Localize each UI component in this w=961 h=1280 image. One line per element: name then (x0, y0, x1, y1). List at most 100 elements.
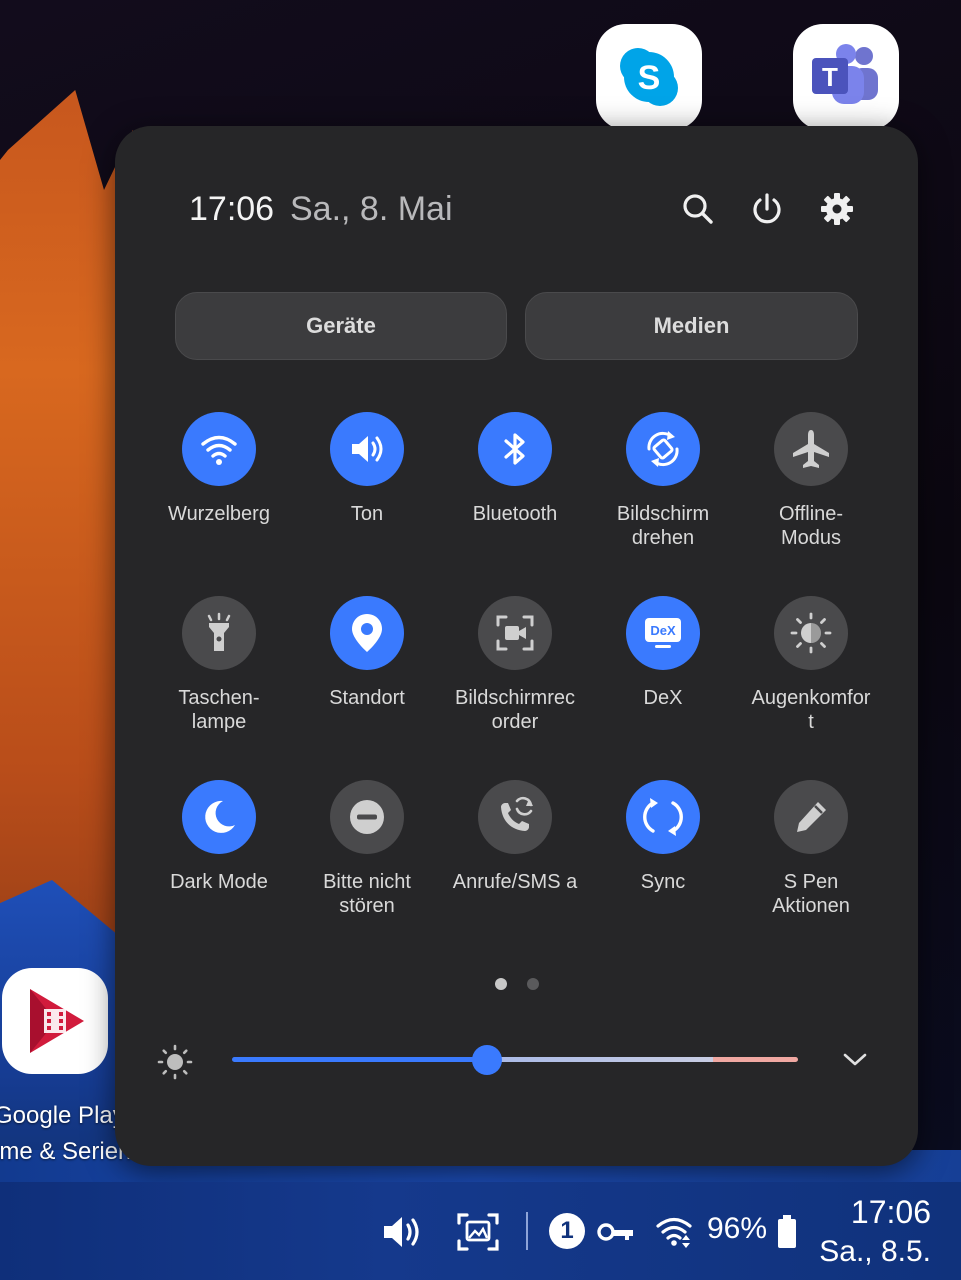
tile-screen-recorder-toggle[interactable] (478, 596, 552, 670)
tile-dex-label: DeX (643, 687, 683, 709)
media-button[interactable]: Medien (525, 292, 858, 360)
google-play-movies-app-icon[interactable] (2, 968, 108, 1074)
brightness-slider-handle[interactable] (471, 1045, 502, 1075)
tile-location-toggle[interactable] (330, 596, 404, 670)
skype-app-icon[interactable]: S (596, 24, 702, 130)
tile-bluetooth[interactable]: Bluetooth (441, 412, 589, 526)
call-sms-icon (501, 796, 533, 831)
tile-location[interactable]: Standort (293, 596, 441, 710)
tile-eye-comfort[interactable]: Augenkomfor t (737, 596, 885, 734)
volume-icon (384, 1217, 419, 1247)
tile-auto-rotate-toggle[interactable] (626, 412, 700, 486)
battery-status (776, 1214, 798, 1250)
tile-dex-toggle[interactable]: DeX (626, 596, 700, 670)
tile-sync-label: Sync (640, 871, 686, 893)
tile-do-not-disturb-toggle[interactable] (330, 780, 404, 854)
search-icon (683, 194, 713, 224)
airplane-icon (793, 430, 829, 468)
play-movies-icon (30, 989, 84, 1053)
power-button[interactable] (747, 188, 787, 230)
tile-eye-comfort-label: Augenkomfor t (751, 687, 871, 733)
chevron-down-icon (843, 1053, 867, 1066)
auto-rotate-icon (647, 431, 679, 467)
panel-time: 17:06 (189, 190, 275, 228)
tile-bluetooth-toggle[interactable] (478, 412, 552, 486)
page-dot-2[interactable] (527, 978, 539, 990)
sound-icon (352, 436, 383, 462)
tile-call-sms-toggle[interactable] (478, 780, 552, 854)
tile-sync[interactable]: Sync (589, 780, 737, 894)
brightness-icon (157, 1044, 193, 1080)
tile-wifi-toggle[interactable] (182, 412, 256, 486)
screen-recorder-icon (496, 615, 534, 651)
brightness-slider[interactable] (232, 1045, 798, 1075)
tile-screen-recorder[interactable]: Bildschirmrec order (441, 596, 589, 734)
tile-auto-rotate-label: Bildschirm drehen (616, 503, 710, 549)
vpn-key-status (596, 1214, 636, 1250)
settings-icon (821, 193, 853, 225)
page-dot-1[interactable] (495, 978, 507, 990)
tile-screen-recorder-label: Bildschirmrec order (454, 687, 576, 733)
key-icon (597, 1223, 633, 1241)
svg-text:S: S (638, 59, 661, 97)
wifi-status (654, 1212, 696, 1250)
wifi-icon (201, 435, 237, 465)
notification-badge[interactable]: 1 (549, 1213, 585, 1249)
tile-airplane-toggle[interactable] (774, 412, 848, 486)
tile-flashlight[interactable]: Taschen- lampe (145, 596, 293, 734)
search-button[interactable] (678, 188, 718, 230)
eye-comfort-icon (790, 612, 832, 654)
tile-airplane[interactable]: Offline- Modus (737, 412, 885, 550)
teams-app-icon[interactable]: T (793, 24, 899, 130)
tile-s-pen[interactable]: S Pen Aktionen (737, 780, 885, 918)
tile-sound-toggle[interactable] (330, 412, 404, 486)
taskbar-time: 17:06 (850, 1194, 931, 1230)
settings-button[interactable] (817, 188, 857, 230)
tile-dark-mode-toggle[interactable] (182, 780, 256, 854)
expand-panel-button[interactable] (837, 1042, 873, 1078)
panel-date: Sa., 8. Mai (290, 190, 453, 228)
teams-icon: T (812, 44, 878, 104)
tile-dex[interactable]: DeX DeX (589, 596, 737, 710)
tile-airplane-label: Offline- Modus (778, 503, 844, 549)
dex-icon: DeX (645, 618, 681, 648)
tile-dark-mode-label: Dark Mode (170, 871, 268, 893)
tile-sound-label: Ton (350, 503, 384, 525)
quick-panel: 17:06 Sa., 8. Mai Geräte Medien Wurzelbe… (115, 126, 918, 1166)
tile-do-not-disturb[interactable]: Bitte nicht stören (293, 780, 441, 918)
taskbar-clock[interactable]: 17:06 Sa., 8.5. (819, 1192, 931, 1272)
google-play-label-line2: lme & Serien (0, 1138, 132, 1165)
tile-wifi-label: Wurzelberg (168, 503, 270, 525)
taskbar-volume-button[interactable] (380, 1210, 424, 1254)
power-icon (753, 193, 781, 224)
do-not-disturb-icon (350, 800, 384, 834)
taskbar-screenshot-button[interactable] (454, 1210, 502, 1254)
tile-wifi[interactable]: Wurzelberg (145, 412, 293, 526)
tile-dark-mode[interactable]: Dark Mode (145, 780, 293, 894)
tile-eye-comfort-toggle[interactable] (774, 596, 848, 670)
flashlight-icon (207, 612, 231, 651)
skype-icon: S (620, 48, 678, 106)
battery-icon (778, 1215, 796, 1248)
location-icon (352, 614, 382, 652)
svg-text:DeX: DeX (650, 623, 676, 638)
tile-sound[interactable]: Ton (293, 412, 441, 526)
tile-auto-rotate[interactable]: Bildschirm drehen (589, 412, 737, 550)
bluetooth-icon (504, 433, 525, 465)
notification-count: 1 (549, 1213, 585, 1249)
tile-flashlight-toggle[interactable] (182, 596, 256, 670)
s-pen-icon (797, 802, 826, 832)
sync-icon (643, 798, 683, 836)
dark-mode-icon (205, 800, 235, 833)
wifi-signal-icon (656, 1217, 692, 1248)
tile-sync-toggle[interactable] (626, 780, 700, 854)
devices-button[interactable]: Geräte (175, 292, 507, 360)
tile-bluetooth-label: Bluetooth (472, 503, 558, 525)
tile-call-sms[interactable]: Anrufe/SMS a (441, 780, 589, 894)
taskbar-separator (526, 1212, 528, 1250)
battery-percent: 96% (707, 1212, 768, 1245)
tile-s-pen-toggle[interactable] (774, 780, 848, 854)
page-indicator (495, 978, 539, 990)
taskbar: 1 96% 17:06 Sa., 8.5. (0, 1182, 961, 1280)
taskbar-date: Sa., 8.5. (819, 1235, 931, 1268)
